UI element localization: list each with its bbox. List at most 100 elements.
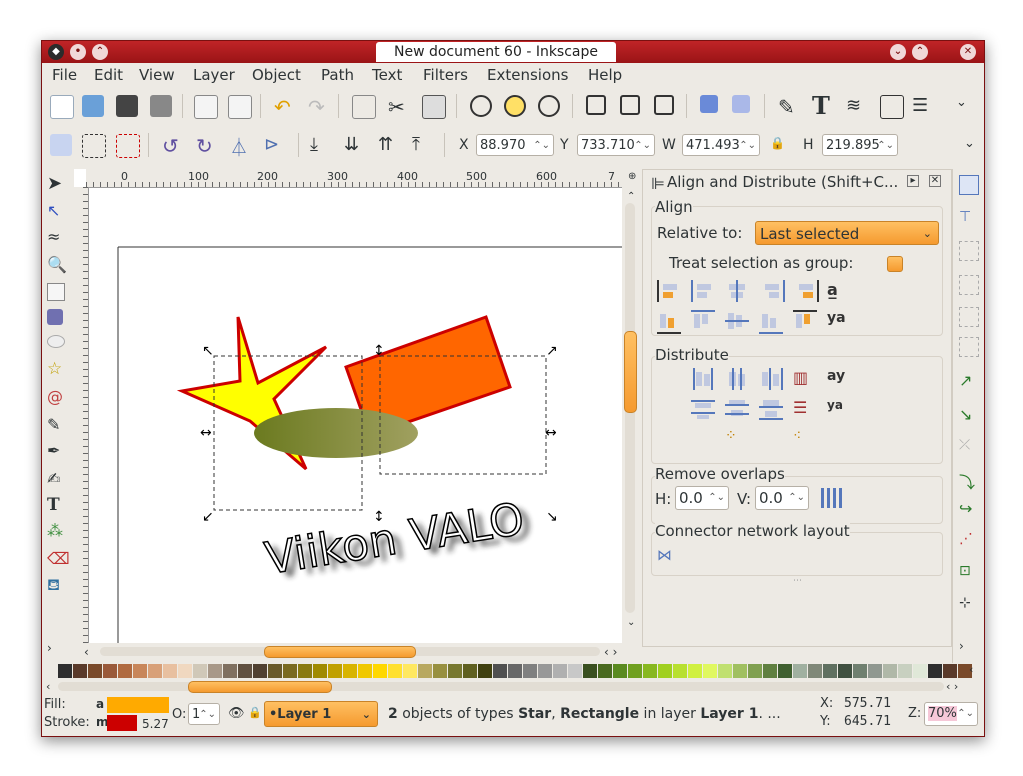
zoom-tool-icon[interactable]: 🔍 — [47, 255, 67, 275]
palette-scroll-left-icon[interactable]: ‹ — [46, 680, 50, 693]
pencil-tool-icon[interactable]: ✎ — [47, 415, 67, 435]
palette-scrollbar[interactable]: ‹ ‹ › — [42, 679, 984, 695]
scroll-down-icon[interactable]: ⌄ — [627, 617, 635, 628]
lower-to-bottom-icon[interactable]: ⤓ — [310, 134, 332, 156]
palette-swatch[interactable] — [898, 664, 912, 678]
group-icon[interactable] — [700, 95, 718, 113]
paint-bucket-tool-icon[interactable]: ⛾ — [47, 575, 67, 595]
palette-swatch[interactable] — [838, 664, 852, 678]
palette-swatch[interactable] — [643, 664, 657, 678]
menu-object[interactable]: Object — [252, 66, 301, 84]
clone-icon[interactable] — [620, 95, 640, 115]
ellipse-tool-icon[interactable] — [47, 335, 65, 348]
tweak-tool-icon[interactable]: ≈ — [47, 227, 67, 247]
scroll-right-icon[interactable]: ‹ › — [604, 645, 617, 659]
palette-swatch[interactable] — [358, 664, 372, 678]
menu-layer[interactable]: Layer — [193, 66, 235, 84]
palette-swatch[interactable] — [268, 664, 282, 678]
palette-scroll-thumb[interactable] — [188, 681, 332, 693]
snap-bbox-corners-icon[interactable] — [959, 275, 979, 295]
snap-bbox-centers-icon[interactable] — [959, 337, 979, 357]
eraser-tool-icon[interactable]: ⌫ — [47, 549, 70, 569]
palette-scroll-right-icon[interactable]: ‹ › — [946, 680, 958, 693]
randomize-icon[interactable]: ⁘ — [725, 428, 749, 450]
controls-overflow-icon[interactable]: ⌄ — [964, 136, 986, 158]
layer-lock-icon[interactable]: 🔒 — [248, 706, 262, 719]
align-distribute-icon[interactable]: ☰ — [912, 95, 934, 117]
palette-swatch[interactable] — [568, 664, 582, 678]
palette-swatch[interactable] — [298, 664, 312, 678]
new-document-icon[interactable] — [50, 95, 74, 119]
palette-swatch[interactable] — [223, 664, 237, 678]
keep-above-icon[interactable]: • — [70, 44, 86, 60]
palette-swatch[interactable] — [613, 664, 627, 678]
palette-swatch[interactable] — [448, 664, 462, 678]
open-icon[interactable] — [82, 95, 104, 117]
palette-swatch[interactable] — [463, 664, 477, 678]
zoom-field[interactable]: 70% ⌃⌄ — [924, 702, 978, 726]
distribute-center-v-icon[interactable] — [725, 398, 749, 420]
stroke-swatch[interactable] — [107, 715, 137, 731]
menu-filters[interactable]: Filters — [423, 66, 468, 84]
menu-path[interactable]: Path — [321, 66, 354, 84]
align-top-to-bottom-icon[interactable] — [793, 310, 817, 334]
snap-cusp-nodes-icon[interactable]: ⤵ — [959, 469, 977, 492]
palette-swatch[interactable] — [328, 664, 342, 678]
snap-nodes-icon[interactable]: ↗ — [959, 371, 977, 390]
shade-icon[interactable]: ⌃ — [92, 44, 108, 60]
palette-swatch[interactable] — [913, 664, 927, 678]
distribute-bottom-icon[interactable] — [759, 398, 783, 420]
copy-icon[interactable] — [352, 95, 376, 119]
distribute-right-icon[interactable] — [759, 368, 783, 390]
align-center-horizontal-icon[interactable] — [725, 310, 749, 332]
connector-layout-icon[interactable]: ⋈ — [657, 546, 681, 568]
scroll-thumb[interactable] — [624, 331, 637, 413]
scroll-up-icon[interactable]: ⌃ — [627, 191, 635, 202]
align-text-baseline-icon[interactable]: a̲ — [827, 280, 851, 302]
snap-paths-icon[interactable]: ↘ — [959, 405, 977, 424]
palette-swatch[interactable] — [283, 664, 297, 678]
paste-icon[interactable] — [422, 95, 446, 119]
align-right-to-left-icon[interactable] — [657, 280, 683, 302]
distribute-left-icon[interactable] — [691, 368, 715, 390]
fill-swatch[interactable] — [107, 697, 169, 713]
distribute-gaps-v-icon[interactable]: ☰ — [793, 398, 817, 420]
palette-swatch[interactable] — [808, 664, 822, 678]
canvas[interactable]: Viikon VALO Viikon VALO ↖ ↕ ↗ ↔ ↔ ↙ ↕ ↘ — [74, 169, 639, 643]
minimize-button[interactable]: ⌄ — [890, 44, 906, 60]
unlink-clone-icon[interactable] — [654, 95, 674, 115]
palette-swatch[interactable] — [343, 664, 357, 678]
rectangle-tool-icon[interactable] — [47, 283, 65, 301]
palette-swatch[interactable] — [538, 664, 552, 678]
spray-tool-icon[interactable]: ⁂ — [47, 521, 67, 541]
align-baseline-vertical-icon[interactable]: ya — [827, 310, 851, 332]
distribute-center-h-icon[interactable] — [725, 368, 749, 390]
layers-icon[interactable]: ≋ — [846, 95, 868, 117]
menu-edit[interactable]: Edit — [94, 66, 123, 84]
align-top-icon[interactable] — [691, 310, 715, 334]
undo-icon[interactable]: ↶ — [274, 95, 296, 119]
palette-swatch[interactable] — [193, 664, 207, 678]
rotate-cw-icon[interactable]: ↻ — [196, 134, 218, 158]
palette-swatch[interactable] — [628, 664, 642, 678]
snap-bbox-icon[interactable]: ⊤ — [959, 209, 977, 227]
toolbox-overflow-icon[interactable]: › — [47, 641, 67, 661]
deselect-icon[interactable] — [116, 134, 140, 158]
snap-object-centers-icon[interactable]: ⊡ — [959, 563, 977, 581]
scroll-left-icon[interactable]: ‹ — [84, 645, 89, 659]
vertical-scrollbar[interactable]: ⊕ ⌃ ⌄ — [622, 169, 639, 643]
color-palette[interactable]: ‹ — [42, 663, 984, 679]
menu-file[interactable]: File — [52, 66, 77, 84]
xml-editor-icon[interactable] — [880, 95, 904, 119]
palette-swatch[interactable] — [523, 664, 537, 678]
dock-grip-icon[interactable]: ⋯ — [793, 576, 802, 586]
palette-swatch[interactable] — [253, 664, 267, 678]
snap-enable-icon[interactable] — [959, 175, 979, 195]
cut-icon[interactable]: ✂ — [388, 95, 410, 119]
palette-swatch[interactable] — [133, 664, 147, 678]
menu-extensions[interactable]: Extensions — [487, 66, 568, 84]
relative-to-select[interactable]: Last selected ⌄ — [755, 221, 939, 245]
zoom-selection-icon[interactable] — [470, 95, 492, 117]
palette-swatch[interactable] — [388, 664, 402, 678]
align-left-to-right-icon[interactable] — [793, 280, 819, 302]
